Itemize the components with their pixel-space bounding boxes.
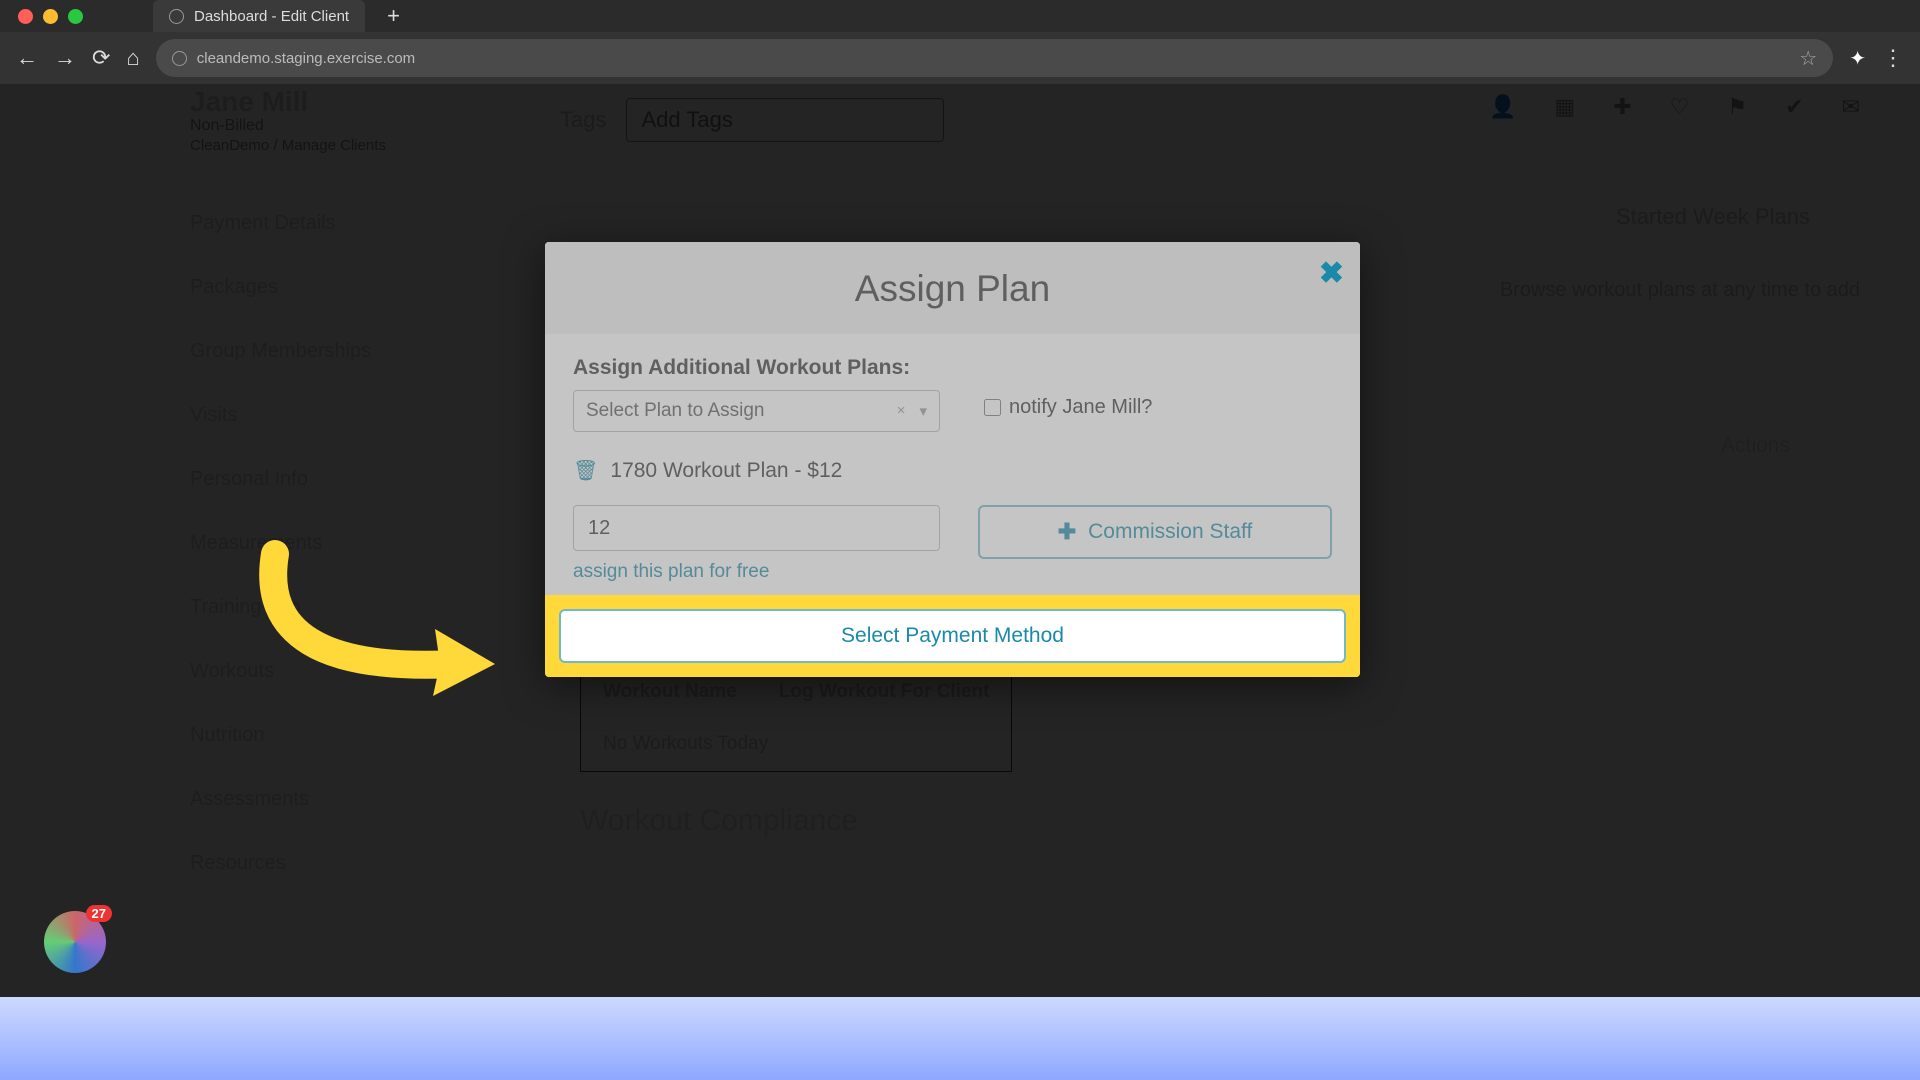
close-icon[interactable]: ✖ <box>1319 256 1344 291</box>
tab-title: Dashboard - Edit Client <box>194 8 349 25</box>
select-payment-button[interactable]: Select Payment Method <box>559 609 1346 663</box>
browser-chrome: Dashboard - Edit Client + ← → ⟳ ⌂ cleand… <box>0 0 1920 84</box>
maximize-window-icon[interactable] <box>68 9 83 24</box>
reload-button[interactable]: ⟳ <box>92 45 110 71</box>
back-button[interactable]: ← <box>16 45 38 71</box>
window-controls <box>18 9 83 24</box>
minimize-window-icon[interactable] <box>43 9 58 24</box>
extensions-icon[interactable]: ✦ <box>1849 46 1866 71</box>
help-widget[interactable]: 27 <box>44 911 106 973</box>
globe-icon <box>169 9 184 24</box>
url-text: cleandemo.staging.exercise.com <box>197 50 415 67</box>
kebab-menu-icon[interactable]: ⋮ <box>1882 45 1904 71</box>
modal-footer-highlight: Select Payment Method <box>545 595 1360 677</box>
home-button[interactable]: ⌂ <box>126 45 139 71</box>
tab-bar: Dashboard - Edit Client + <box>0 0 1920 32</box>
browser-toolbar: ← → ⟳ ⌂ cleandemo.staging.exercise.com ☆… <box>0 32 1920 84</box>
forward-button[interactable]: → <box>54 45 76 71</box>
address-bar[interactable]: cleandemo.staging.exercise.com ☆ <box>156 39 1834 77</box>
assign-plan-modal: ✖ Assign Plan Assign Additional Workout … <box>545 242 1360 677</box>
help-badge: 27 <box>86 905 112 922</box>
page: Jane Mill Non-Billed CleanDemo / Manage … <box>0 84 1920 997</box>
bookmark-icon[interactable]: ☆ <box>1799 46 1817 71</box>
new-tab-button[interactable]: + <box>387 3 400 29</box>
close-window-icon[interactable] <box>18 9 33 24</box>
presentation-band <box>0 997 1920 1080</box>
select-payment-label: Select Payment Method <box>841 624 1064 648</box>
browser-tab[interactable]: Dashboard - Edit Client <box>153 0 365 32</box>
globe-icon <box>172 51 187 66</box>
